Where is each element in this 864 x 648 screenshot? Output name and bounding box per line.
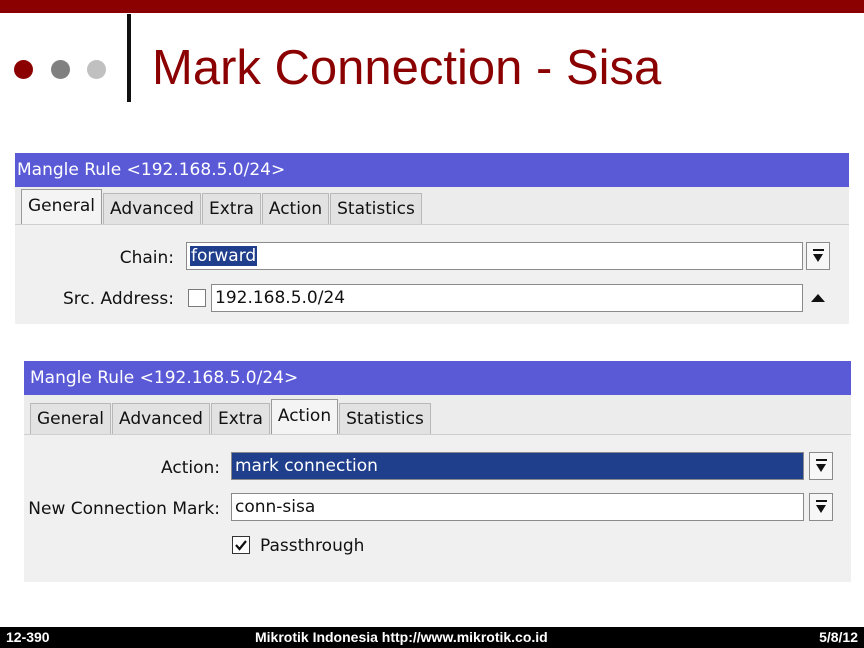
chevron-down-icon <box>816 464 826 472</box>
footer-slide-code: 12-390 <box>6 629 50 645</box>
passthrough-label[interactable]: Passthrough <box>260 536 364 556</box>
chain-field[interactable]: forward <box>186 242 803 270</box>
tab-extra[interactable]: Extra <box>210 403 270 434</box>
tab-bar: General Advanced Extra Action Statistics <box>30 395 432 434</box>
window-title: Mangle Rule <192.168.5.0/24> <box>24 361 851 395</box>
tab-content-general: Chain: forward Src. Address: 192.168.5.0… <box>15 224 849 324</box>
src-address-field[interactable]: 192.168.5.0/24 <box>211 284 803 312</box>
tab-bar: General Advanced Extra Action Statistics <box>21 186 423 224</box>
tab-general[interactable]: General <box>21 189 102 224</box>
bullet-dot-light <box>87 60 106 79</box>
tab-action[interactable]: Action <box>270 399 339 434</box>
src-address-invert-checkbox[interactable] <box>188 289 206 307</box>
tab-content-action: Action: mark connection New Connection M… <box>24 434 851 582</box>
action-label: Action: <box>161 458 220 478</box>
chevron-down-icon <box>813 254 823 262</box>
passthrough-checkbox[interactable] <box>232 536 250 554</box>
action-field[interactable]: mark connection <box>231 452 804 480</box>
top-accent-bar <box>0 0 864 13</box>
src-address-label: Src. Address: <box>63 289 174 309</box>
mangle-rule-window-general: Mangle Rule <192.168.5.0/24> General Adv… <box>15 153 849 324</box>
bullet-dot-red <box>14 60 33 79</box>
dropdown-bar-icon <box>813 249 824 251</box>
tab-advanced[interactable]: Advanced <box>103 193 201 224</box>
dropdown-bar-icon <box>816 459 827 461</box>
chain-label: Chain: <box>119 248 174 268</box>
mark-dropdown-button[interactable] <box>809 493 833 521</box>
checkmark-icon <box>235 540 247 551</box>
tab-advanced[interactable]: Advanced <box>112 403 210 434</box>
tab-action[interactable]: Action <box>261 193 330 224</box>
tab-extra[interactable]: Extra <box>201 193 261 224</box>
footer-date: 5/8/12 <box>819 629 858 645</box>
footer-bar: 12-390 Mikrotik Indonesia http://www.mik… <box>0 627 864 648</box>
slide-title: Mark Connection - Sisa <box>152 41 662 95</box>
footer-company: Mikrotik Indonesia http://www.mikrotik.c… <box>255 629 548 645</box>
new-connection-mark-label: New Connection Mark: <box>28 499 220 519</box>
tab-statistics[interactable]: Statistics <box>330 193 422 224</box>
tab-statistics[interactable]: Statistics <box>339 403 431 434</box>
collapse-up-icon[interactable] <box>811 294 825 302</box>
dropdown-bar-icon <box>816 500 827 502</box>
new-connection-mark-field[interactable]: conn-sisa <box>231 493 804 521</box>
window-title: Mangle Rule <192.168.5.0/24> <box>15 153 849 187</box>
chain-dropdown-button[interactable] <box>806 242 830 270</box>
action-dropdown-button[interactable] <box>809 452 833 480</box>
tab-general[interactable]: General <box>30 403 111 434</box>
title-divider <box>127 14 131 102</box>
chevron-down-icon <box>816 505 826 513</box>
bullet-dot-gray <box>51 60 70 79</box>
mangle-rule-window-action: Mangle Rule <192.168.5.0/24> General Adv… <box>24 361 851 582</box>
